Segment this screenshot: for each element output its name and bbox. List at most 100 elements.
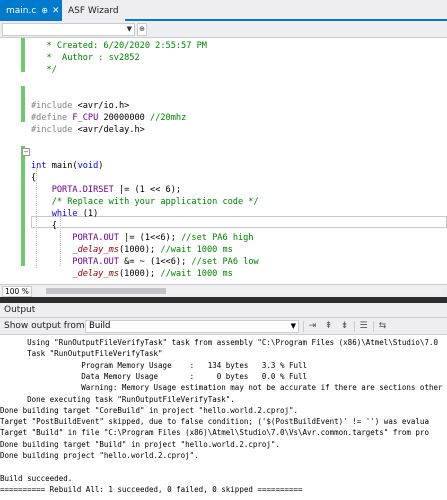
output-line: Done executing task "RunOutputFileVerify… — [0, 394, 235, 404]
word-wrap-icon[interactable]: ⇆ — [376, 320, 389, 333]
code-line: /* Replace with your application code */ — [31, 196, 259, 208]
code-token: /* Replace with your application code */ — [51, 197, 259, 207]
navigation-bar: ▼ ⊕ — [0, 21, 447, 38]
code-token: |= (1<<6); — [118, 233, 182, 243]
code-token: */ — [31, 65, 57, 75]
code-line: */ — [31, 64, 57, 76]
output-toolbar: Show output from: Build ▼ ⇥ ⇞ ⇟ ☰ ⇆ — [0, 318, 447, 335]
code-line: #include <avr/delay.h> — [31, 124, 145, 136]
output-line: Warning: Memory Usage estimation may not… — [0, 383, 443, 393]
code-token: &= ~ (1<<6); — [118, 257, 192, 267]
code-token: //set PA6 low — [191, 257, 259, 267]
code-token: //wait 1000 ms — [160, 269, 233, 279]
output-line: Program Memory Usage : 134 bytes 3.3 % F… — [0, 360, 308, 370]
change-indicator — [21, 86, 25, 122]
change-indicator — [21, 38, 25, 72]
output-line: Task "RunOutputFileVerifyTask" — [0, 349, 163, 359]
code-token: |= (1 << 6); — [113, 185, 182, 195]
chevron-down-icon: ▼ — [290, 322, 296, 330]
code-line: * Created: 6/20/2020 2:55:57 PM — [31, 40, 207, 52]
show-output-label: Show output from: — [4, 321, 88, 331]
code-token: PORTA.OUT — [72, 233, 119, 243]
zoom-select[interactable]: 100 % — [2, 286, 32, 297]
close-icon[interactable]: ✕ — [52, 6, 60, 16]
code-token: <avr/delay.h> — [72, 125, 145, 135]
code-token: //wait 1000 ms — [160, 245, 233, 255]
tab-label: main.c — [6, 5, 37, 16]
output-source-select[interactable]: Build ▼ — [85, 320, 299, 333]
scope-dropdown[interactable]: ▼ — [2, 23, 135, 36]
output-line: Data Memory Usage : 0 bytes 0.0 % Full — [0, 371, 308, 381]
tab-label: ASF Wizard — [68, 5, 119, 16]
code-line: { — [31, 220, 57, 232]
output-title: Output — [4, 305, 36, 315]
code-token: { — [31, 221, 57, 231]
document-tab-bar: main.c ⊕ ✕ ASF Wizard — [0, 0, 447, 21]
code-token: //20mhz — [150, 113, 187, 123]
code-line: int main(void) — [31, 160, 103, 172]
toolbar-separator — [303, 321, 304, 332]
code-line — [31, 76, 36, 88]
code-token: * Created: 6/20/2020 2:55:57 PM — [31, 41, 207, 51]
output-line: Done building project "hello.world.2.cpr… — [0, 451, 199, 460]
code-line: PORTA.DIRSET |= (1 << 6); — [31, 184, 181, 196]
code-token: * Author : sv2852 — [31, 53, 140, 63]
prev-message-icon[interactable]: ⇞ — [322, 320, 335, 333]
code-token: main( — [46, 161, 78, 171]
code-token: #define — [31, 113, 68, 123]
output-text-area[interactable]: Using "RunOutputFileVerifyTask" task fro… — [0, 335, 447, 500]
clear-all-icon[interactable]: ☰ — [357, 320, 370, 333]
output-line: Build succeeded. — [0, 473, 73, 483]
output-line: Target "Build" in file "C:\Program Files… — [0, 428, 429, 438]
tab-asf-wizard[interactable]: ASF Wizard — [62, 0, 125, 21]
code-token: (1000); — [118, 245, 161, 255]
code-token: 20000000 — [98, 113, 151, 123]
change-indicator — [21, 146, 25, 266]
editor-margin — [0, 38, 31, 284]
code-line — [31, 136, 36, 148]
find-message-icon[interactable]: ⇥ — [306, 320, 319, 333]
scrollbar-thumb[interactable] — [46, 288, 166, 294]
code-editor[interactable]: − * Created: 6/20/2020 2:55:57 PM * Auth… — [0, 38, 447, 284]
code-token: (1) — [77, 209, 99, 219]
code-line: _delay_ms(1000); //wait 1000 ms — [31, 244, 233, 256]
output-panel-header: Output — [0, 303, 447, 318]
code-token: { — [31, 173, 37, 183]
output-line: Target "PostBuildEvent" skipped, due to … — [0, 417, 429, 427]
code-token: (1000); — [118, 269, 161, 279]
next-message-icon[interactable]: ⇟ — [338, 320, 351, 333]
horizontal-scrollbar[interactable] — [36, 287, 443, 295]
code-line — [31, 148, 36, 160]
tab-main-c[interactable]: main.c ⊕ ✕ — [0, 0, 62, 21]
code-token: PORTA.OUT — [72, 257, 119, 267]
split-window-button[interactable]: ⊕ — [137, 23, 147, 36]
code-token: void — [77, 161, 99, 171]
pin-icon[interactable]: ⊕ — [41, 6, 48, 15]
collapse-icon[interactable]: − — [22, 148, 30, 156]
code-line: #define F_CPU 20000000 //20mhz — [31, 112, 186, 124]
code-line: * Author : sv2852 — [31, 52, 140, 64]
output-line: Done building target "CoreBuild" in proj… — [0, 405, 299, 415]
code-token: <avr/io.h> — [72, 101, 130, 111]
code-token: int — [31, 161, 47, 171]
output-source-value: Build — [89, 321, 111, 331]
zoom-value: 100 % — [5, 287, 29, 296]
output-line: Done building target "Build" in project … — [0, 439, 280, 449]
code-token: //set PA6 high — [181, 233, 254, 243]
code-line — [31, 88, 36, 100]
code-token: _delay_ms — [72, 269, 119, 279]
code-token: _delay_ms — [72, 245, 119, 255]
toolbar-separator — [354, 321, 355, 332]
code-token: #include — [31, 101, 73, 111]
code-token: ) — [98, 161, 104, 171]
code-line: PORTA.OUT &= ~ (1<<6); //set PA6 low — [31, 256, 259, 268]
code-token: #include — [31, 125, 73, 135]
